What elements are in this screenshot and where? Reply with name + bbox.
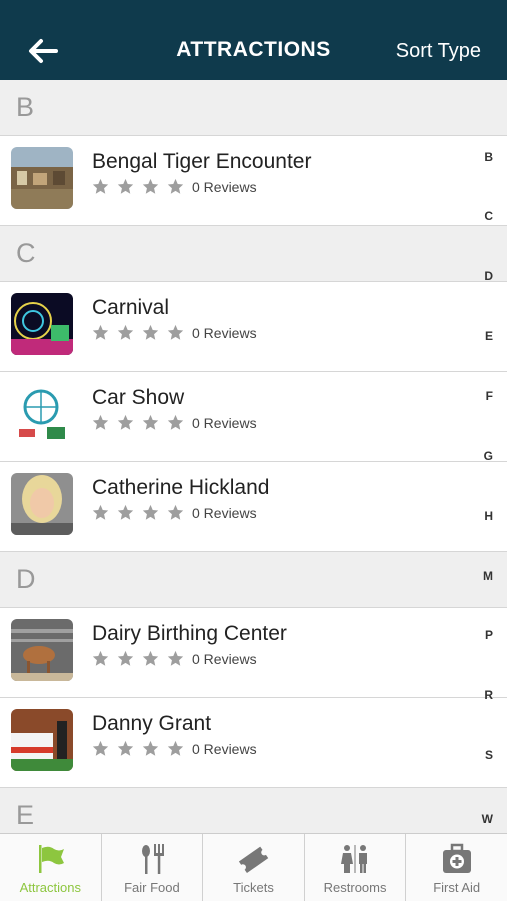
rating-stars: 0 Reviews <box>92 178 257 195</box>
attraction-name: Carnival <box>92 296 170 319</box>
index-letter[interactable]: S <box>485 748 493 762</box>
attractions-list[interactable]: B Bengal Tiger Encounter 0 Reviews C Car… <box>0 80 507 833</box>
sort-type-button[interactable]: Sort Type <box>396 40 481 63</box>
tab-label: Fair Food <box>124 880 180 895</box>
index-letter[interactable]: G <box>484 449 493 463</box>
attraction-name: Catherine Hickland <box>92 476 270 499</box>
star-icon <box>167 650 184 666</box>
star-icon <box>167 178 184 194</box>
index-letter[interactable]: B <box>484 150 493 164</box>
star-icon <box>117 324 134 340</box>
star-icon <box>92 504 109 520</box>
fork-spoon-icon <box>141 844 164 874</box>
star-icon <box>92 650 109 666</box>
rating-stars: 0 Reviews <box>92 740 257 757</box>
attraction-name: Car Show <box>92 386 185 409</box>
tab-label: Attractions <box>19 880 81 895</box>
section-header-d: D <box>0 552 507 608</box>
star-icon <box>142 650 159 666</box>
attraction-name: Danny Grant <box>92 712 212 735</box>
star-icon <box>167 324 184 340</box>
tab-tickets[interactable]: Tickets <box>203 834 305 901</box>
star-icon <box>117 650 134 666</box>
index-letter[interactable]: H <box>484 509 493 523</box>
list-item[interactable]: Danny Grant 0 Reviews <box>0 698 507 788</box>
tab-label: First Aid <box>433 880 481 895</box>
review-count: 0 Reviews <box>192 650 257 667</box>
bottom-tab-bar: Attractions Fair Food Tickets Restrooms … <box>0 833 507 901</box>
rating-stars: 0 Reviews <box>92 414 257 431</box>
star-icon <box>142 178 159 194</box>
list-item[interactable]: Catherine Hickland 0 Reviews <box>0 462 507 552</box>
index-letter[interactable]: R <box>484 688 493 702</box>
star-icon <box>167 740 184 756</box>
star-icon <box>117 178 134 194</box>
bengal-tiger-thumbnail <box>11 147 73 209</box>
list-item[interactable]: Dairy Birthing Center 0 Reviews <box>0 608 507 698</box>
review-count: 0 Reviews <box>192 504 257 521</box>
dairy-birthing-thumbnail <box>11 619 73 681</box>
index-letter[interactable]: M <box>483 569 493 583</box>
review-count: 0 Reviews <box>192 414 257 431</box>
tab-label: Restrooms <box>323 880 387 895</box>
attraction-name: Bengal Tiger Encounter <box>92 150 312 173</box>
danny-grant-thumbnail <box>11 709 73 771</box>
car-show-thumbnail <box>11 383 73 445</box>
star-icon <box>117 504 134 520</box>
section-header-c: C <box>0 226 507 282</box>
star-icon <box>142 324 159 340</box>
tab-label: Tickets <box>233 880 274 895</box>
first-aid-icon <box>442 843 471 873</box>
rating-stars: 0 Reviews <box>92 324 257 341</box>
rating-stars: 0 Reviews <box>92 650 257 667</box>
ticket-icon <box>239 846 269 874</box>
catherine-hickland-thumbnail <box>11 473 73 535</box>
tab-fair-food[interactable]: Fair Food <box>102 834 204 901</box>
tab-restrooms[interactable]: Restrooms <box>305 834 407 901</box>
section-header-e: E <box>0 788 507 833</box>
star-icon <box>92 740 109 756</box>
alphabet-index[interactable]: B C D E F G H M P R S W <box>477 80 507 833</box>
star-icon <box>92 178 109 194</box>
carnival-thumbnail <box>11 293 73 355</box>
review-count: 0 Reviews <box>192 324 257 341</box>
app-header: ATTRACTIONS Sort Type <box>0 0 507 80</box>
index-letter[interactable]: E <box>485 329 493 343</box>
restroom-icon <box>341 845 368 873</box>
attraction-name: Dairy Birthing Center <box>92 622 287 645</box>
flag-icon <box>39 845 65 873</box>
review-count: 0 Reviews <box>192 178 257 195</box>
star-icon <box>92 324 109 340</box>
index-letter[interactable]: D <box>484 269 493 283</box>
star-icon <box>142 504 159 520</box>
review-count: 0 Reviews <box>192 740 257 757</box>
star-icon <box>142 414 159 430</box>
tab-attractions[interactable]: Attractions <box>0 834 102 901</box>
rating-stars: 0 Reviews <box>92 504 257 521</box>
section-header-b: B <box>0 80 507 136</box>
index-letter[interactable]: P <box>485 628 493 642</box>
star-icon <box>117 414 134 430</box>
index-letter[interactable]: C <box>484 209 493 223</box>
star-icon <box>92 414 109 430</box>
star-icon <box>117 740 134 756</box>
index-letter[interactable]: F <box>486 389 493 403</box>
star-icon <box>167 504 184 520</box>
list-item[interactable]: Bengal Tiger Encounter 0 Reviews <box>0 136 507 226</box>
list-item[interactable]: Carnival 0 Reviews <box>0 282 507 372</box>
tab-first-aid[interactable]: First Aid <box>406 834 507 901</box>
star-icon <box>142 740 159 756</box>
list-item[interactable]: Car Show 0 Reviews <box>0 372 507 462</box>
star-icon <box>167 414 184 430</box>
index-letter[interactable]: W <box>482 812 493 826</box>
